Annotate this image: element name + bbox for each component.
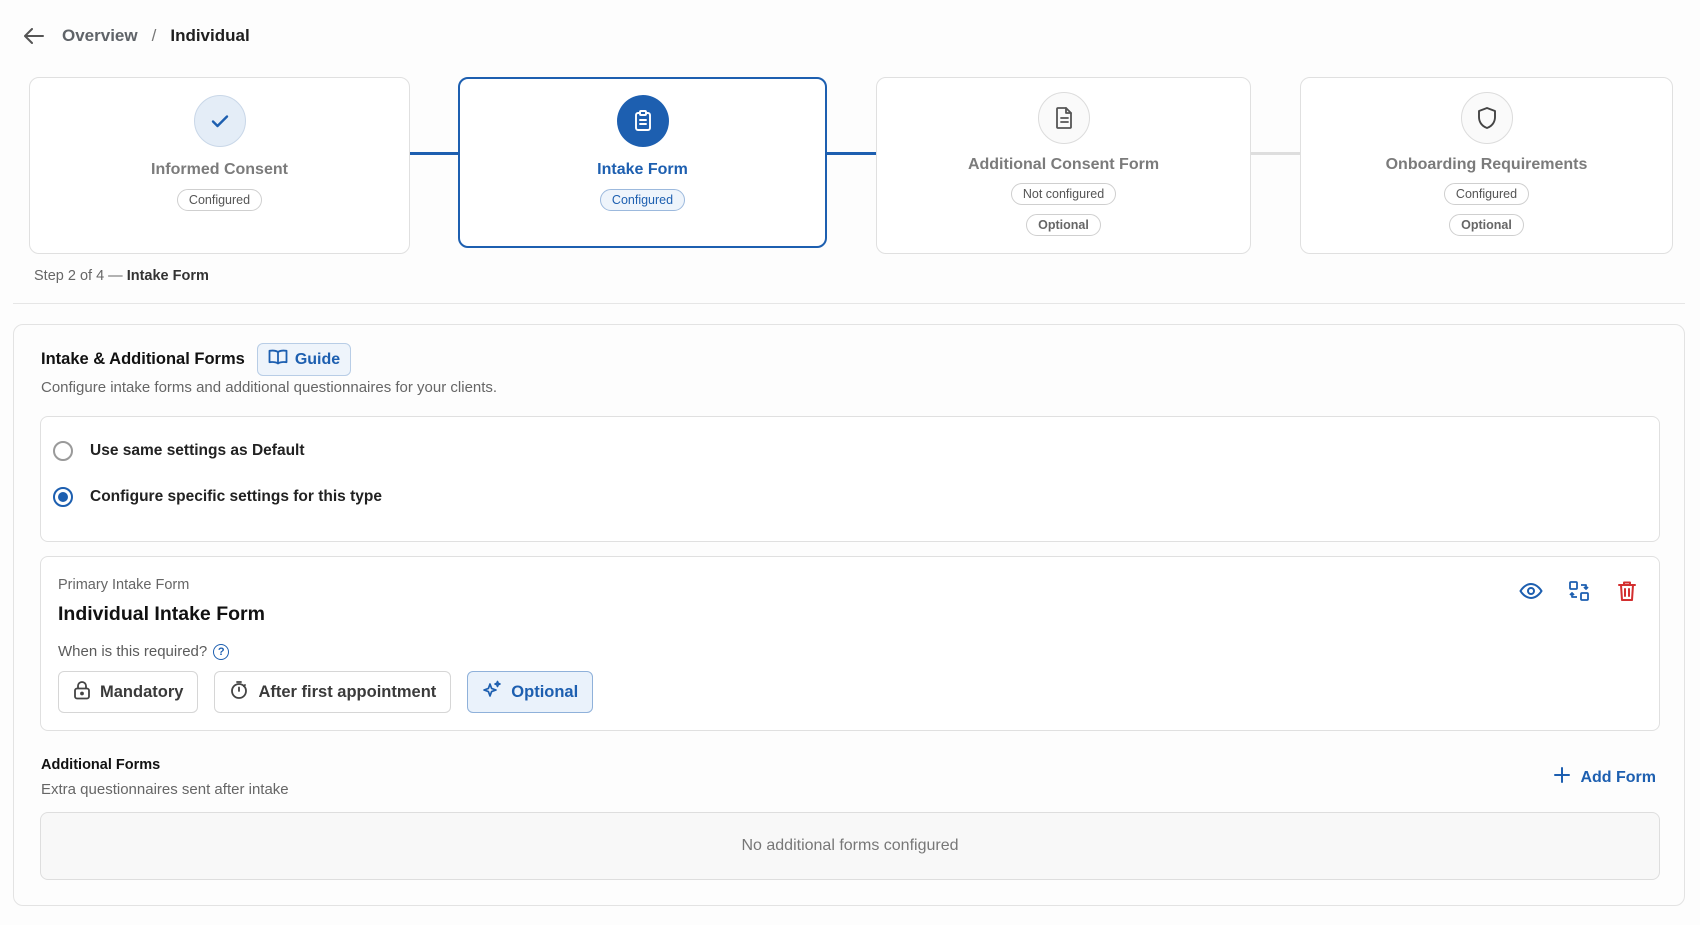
status-badge: Configured bbox=[599, 189, 686, 211]
option-label: Optional bbox=[511, 682, 579, 701]
step-card-informed-consent[interactable]: Informed Consent Configured bbox=[29, 77, 410, 254]
additional-forms-title: Additional Forms bbox=[41, 757, 161, 773]
step-title: Intake Form bbox=[597, 161, 688, 178]
optional-badge: Optional bbox=[1026, 214, 1101, 236]
step-connector bbox=[827, 152, 876, 155]
guide-label: Guide bbox=[294, 350, 341, 368]
primary-intake-form-card: Primary Intake Form Individual Intake Fo… bbox=[40, 556, 1660, 731]
breadcrumb-current: Individual bbox=[170, 26, 250, 45]
breadcrumb-separator: / bbox=[151, 26, 157, 45]
radio-use-default[interactable]: Use same settings as Default bbox=[53, 441, 305, 461]
panel-header: Intake & Additional Forms Guide bbox=[41, 343, 352, 376]
help-icon[interactable]: ? bbox=[213, 643, 230, 660]
timer-icon bbox=[229, 680, 249, 705]
step-caption-name: Intake Form bbox=[126, 268, 209, 284]
document-icon bbox=[1037, 92, 1090, 144]
panel-title: Intake & Additional Forms bbox=[41, 350, 245, 368]
requirement-options: Mandatory After first appointment Option… bbox=[58, 671, 594, 713]
step-title: Informed Consent bbox=[151, 161, 288, 178]
primary-form-name: Individual Intake Form bbox=[58, 603, 265, 625]
lock-icon bbox=[73, 680, 91, 705]
divider bbox=[13, 303, 1685, 304]
step-card-additional-consent-form[interactable]: Additional Consent Form Not configured O… bbox=[876, 77, 1251, 254]
step-title: Onboarding Requirements bbox=[1385, 156, 1588, 173]
primary-form-label: Primary Intake Form bbox=[58, 577, 190, 593]
mandatory-option-button[interactable]: Mandatory bbox=[58, 671, 199, 713]
step-connector bbox=[410, 152, 458, 155]
settings-radio-group: Use same settings as Default Configure s… bbox=[40, 416, 1660, 542]
breadcrumb-overview-link[interactable]: Overview bbox=[62, 26, 138, 46]
optional-option-button[interactable]: Optional bbox=[467, 671, 594, 713]
optional-badge: Optional bbox=[1449, 214, 1524, 236]
check-icon bbox=[193, 95, 246, 147]
step-title: Additional Consent Form bbox=[967, 156, 1160, 173]
breadcrumb: Overview / Individual bbox=[22, 24, 250, 48]
radio-label: Configure specific settings for this typ… bbox=[90, 488, 382, 505]
after-first-appointment-option-button[interactable]: After first appointment bbox=[214, 671, 452, 713]
shield-icon bbox=[1460, 92, 1513, 144]
option-label: After first appointment bbox=[258, 682, 437, 701]
trash-icon[interactable] bbox=[1615, 579, 1639, 603]
step-caption-prefix: Step 2 of 4 — bbox=[34, 268, 123, 284]
guide-button[interactable]: Guide bbox=[256, 343, 352, 376]
radio-configure-specific[interactable]: Configure specific settings for this typ… bbox=[53, 487, 382, 507]
additional-forms-subtitle: Extra questionnaires sent after intake bbox=[41, 781, 289, 798]
requirement-question-text: When is this required? bbox=[58, 643, 208, 660]
step-connector bbox=[1251, 152, 1300, 155]
panel-subtitle: Configure intake forms and additional qu… bbox=[41, 379, 498, 396]
add-form-label: Add Form bbox=[1580, 768, 1656, 786]
intake-forms-panel: Intake & Additional Forms Guide Configur… bbox=[13, 324, 1685, 906]
book-icon bbox=[268, 349, 288, 370]
sparkles-icon bbox=[482, 680, 502, 705]
form-actions bbox=[1519, 579, 1639, 603]
status-badge: Not configured bbox=[1010, 183, 1117, 205]
eye-icon[interactable] bbox=[1519, 579, 1543, 603]
option-label: Mandatory bbox=[100, 682, 184, 701]
page: Overview / Individual Informed Consent C… bbox=[0, 0, 1700, 925]
status-badge: Configured bbox=[176, 189, 263, 211]
requirement-question: When is this required? ? bbox=[58, 643, 230, 660]
radio-label: Use same settings as Default bbox=[90, 442, 305, 459]
radio-button[interactable] bbox=[53, 441, 73, 461]
step-card-intake-form[interactable]: Intake Form Configured bbox=[458, 77, 827, 248]
plus-icon bbox=[1554, 767, 1571, 788]
back-arrow-icon[interactable] bbox=[22, 24, 46, 48]
step-card-onboarding-requirements[interactable]: Onboarding Requirements Configured Optio… bbox=[1300, 77, 1673, 254]
status-badge: Configured bbox=[1443, 183, 1530, 205]
swap-form-icon[interactable] bbox=[1567, 579, 1591, 603]
add-form-button[interactable]: Add Form bbox=[1554, 767, 1656, 788]
step-caption: Step 2 of 4 — Intake Form bbox=[34, 268, 209, 284]
radio-button[interactable] bbox=[53, 487, 73, 507]
clipboard-icon bbox=[616, 95, 669, 147]
empty-state: No additional forms configured bbox=[40, 812, 1660, 880]
